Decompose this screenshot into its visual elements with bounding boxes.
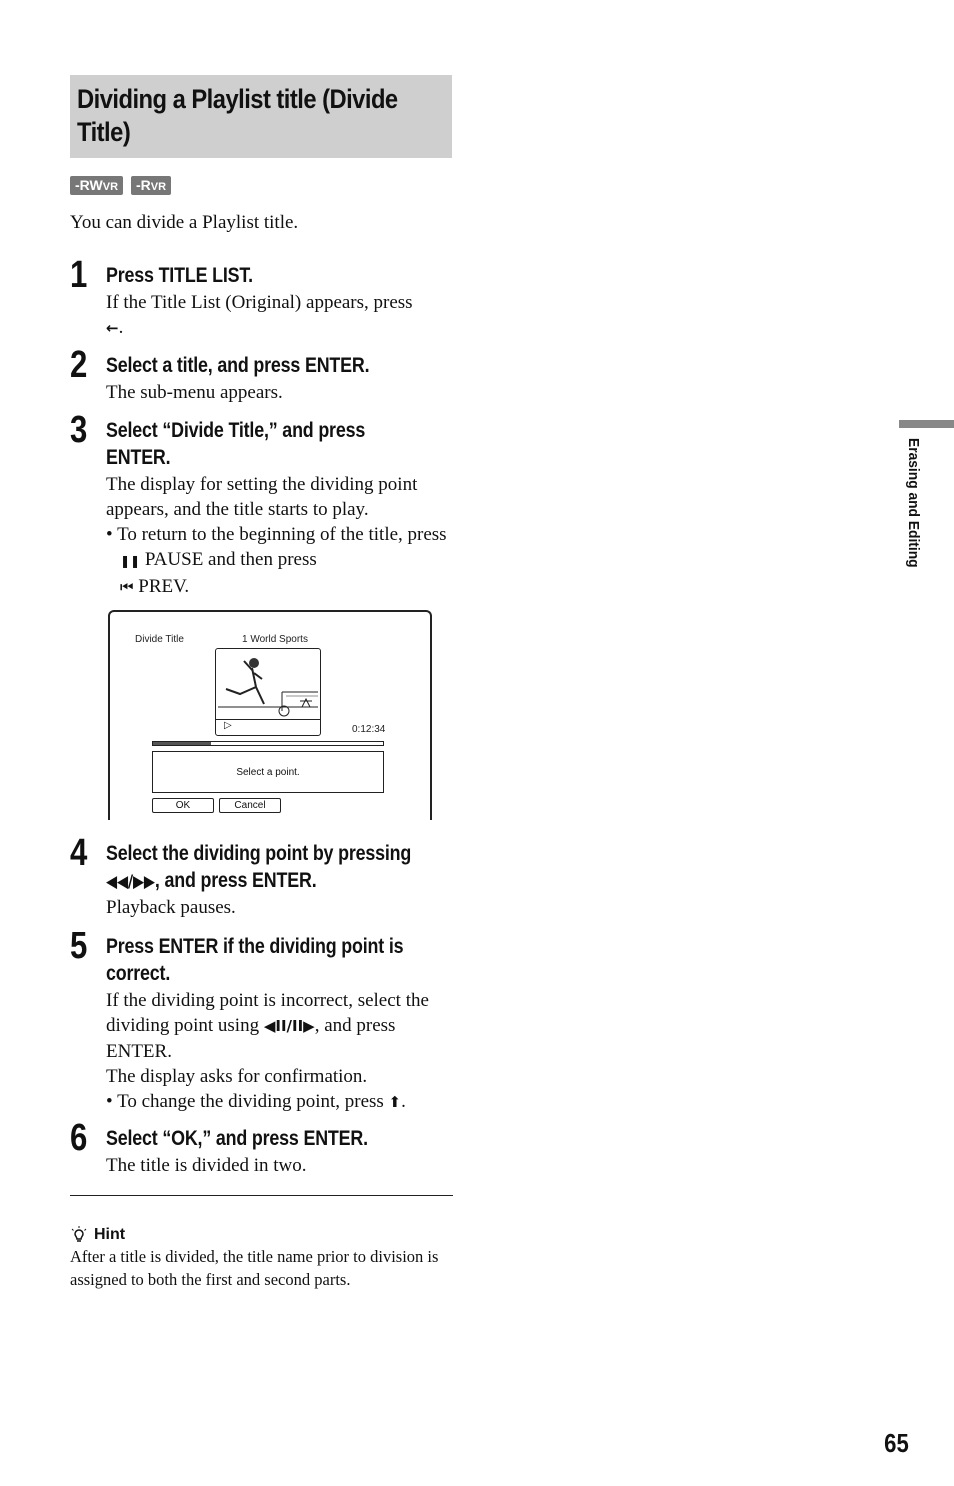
bullet-item: • To change the dividing point, press ⬆.	[106, 1091, 406, 1112]
step-title: Select the dividing point by pressing ◀◀…	[106, 840, 463, 896]
rewind-fastforward-icon: ◀◀/▶▶	[106, 872, 155, 892]
hint-body: After a title is divided, the title name…	[70, 1247, 439, 1289]
side-tab-bar	[899, 420, 954, 428]
bullet-text: PREV.	[138, 576, 190, 597]
step-title: Press TITLE LIST.	[106, 264, 253, 287]
step-body: Playback pauses.	[106, 897, 236, 918]
disc-type-badges: -RWVR -RVR	[70, 176, 172, 195]
step-body: The display for setting the dividing poi…	[106, 472, 456, 600]
badge-sub: VR	[102, 181, 119, 193]
ok-button[interactable]: OK	[152, 798, 214, 813]
step-number: 1	[70, 254, 88, 296]
time-readout: 0:12:34	[352, 724, 386, 735]
divider	[70, 1195, 453, 1196]
screen-label: Divide Title	[135, 634, 184, 645]
step-title-line: Select “Divide Title,” and press	[106, 419, 366, 442]
step-title-line: , and press ENTER.	[154, 869, 317, 892]
soccer-player-illustration	[218, 658, 318, 717]
step-body-text: The display asks for confirmation.	[106, 1066, 368, 1087]
play-icon: ▷	[224, 720, 232, 731]
step-frame-icon: ◀II/II▶	[263, 1017, 315, 1035]
badge-r-vr: -RVR	[131, 176, 172, 195]
bullet-item: • To return to the beginning of the titl…	[106, 524, 447, 597]
up-arrow-icon: ⬆	[388, 1093, 402, 1111]
step-number: 2	[70, 344, 88, 386]
hint-title: Hint	[94, 1226, 126, 1243]
hint-box: Hint After a title is divided, the title…	[70, 1226, 450, 1291]
prev-icon: ⏮	[120, 578, 134, 596]
step-number: 6	[70, 1117, 88, 1159]
step-number: 4	[70, 832, 88, 874]
bullet-text: To return to the beginning of the title,…	[117, 524, 447, 545]
step-title-line: ENTER.	[106, 446, 171, 469]
page-number: 65	[884, 1428, 909, 1458]
thumbnail-controls: ▷	[216, 719, 320, 735]
badge-sub: VR	[150, 181, 167, 193]
step-number: 3	[70, 409, 88, 451]
cancel-button[interactable]: Cancel	[219, 798, 281, 813]
step-title-line: Press ENTER if the dividing point is	[106, 935, 404, 958]
progress-bar[interactable]	[152, 741, 384, 746]
pause-icon: ❚❚	[120, 554, 141, 568]
step-title-line: Select the dividing point by pressing	[106, 842, 412, 865]
step-title: Select “OK,” and press ENTER.	[106, 1127, 368, 1150]
step-title: Select “Divide Title,” and press ENTER.	[106, 417, 463, 471]
title-name: 1 World Sports	[242, 634, 308, 645]
step-title: Select a title, and press ENTER.	[106, 354, 370, 377]
step-body: The sub-menu appears.	[106, 382, 283, 403]
step-number: 5	[70, 925, 88, 967]
message-text: Select a point.	[236, 766, 300, 778]
hint-heading: Hint	[70, 1226, 450, 1244]
bullet-text: To change the dividing point, press	[117, 1091, 384, 1112]
badge-main: -RW	[75, 177, 103, 193]
step-title: Press ENTER if the dividing point is cor…	[106, 933, 463, 987]
section-title: Dividing a Playlist title (Divide Title)	[77, 84, 398, 147]
badge-rw-vr: -RWVR	[70, 176, 124, 195]
lightbulb-icon	[71, 1226, 87, 1242]
video-thumbnail: ▷	[215, 648, 321, 736]
divide-title-screen: Divide Title 1 World Sports ▷ 0:12:34 Se…	[108, 610, 432, 820]
progress-fill	[153, 742, 211, 745]
badge-main: -R	[136, 177, 151, 193]
punctuation: .	[118, 317, 124, 338]
step-body: If the Title List (Original) appears, pr…	[106, 290, 456, 341]
intro-text: You can divide a Playlist title.	[70, 212, 299, 233]
section-heading-box: Dividing a Playlist title (Divide Title)	[70, 75, 452, 158]
step-body-text: The display for setting the dividing poi…	[106, 474, 418, 520]
step-body: If the dividing point is incorrect, sele…	[106, 988, 451, 1115]
bullet-text: PAUSE and then press	[144, 549, 317, 570]
step-body-text: If the Title List (Original) appears, pr…	[106, 292, 413, 313]
return-arrow-icon: ←	[106, 319, 119, 337]
step-body: The title is divided in two.	[106, 1155, 307, 1176]
side-tab-label: Erasing and Editing	[905, 438, 922, 568]
message-box: Select a point.	[152, 751, 384, 793]
step-title-line: correct.	[106, 962, 171, 985]
punctuation: .	[401, 1091, 406, 1112]
